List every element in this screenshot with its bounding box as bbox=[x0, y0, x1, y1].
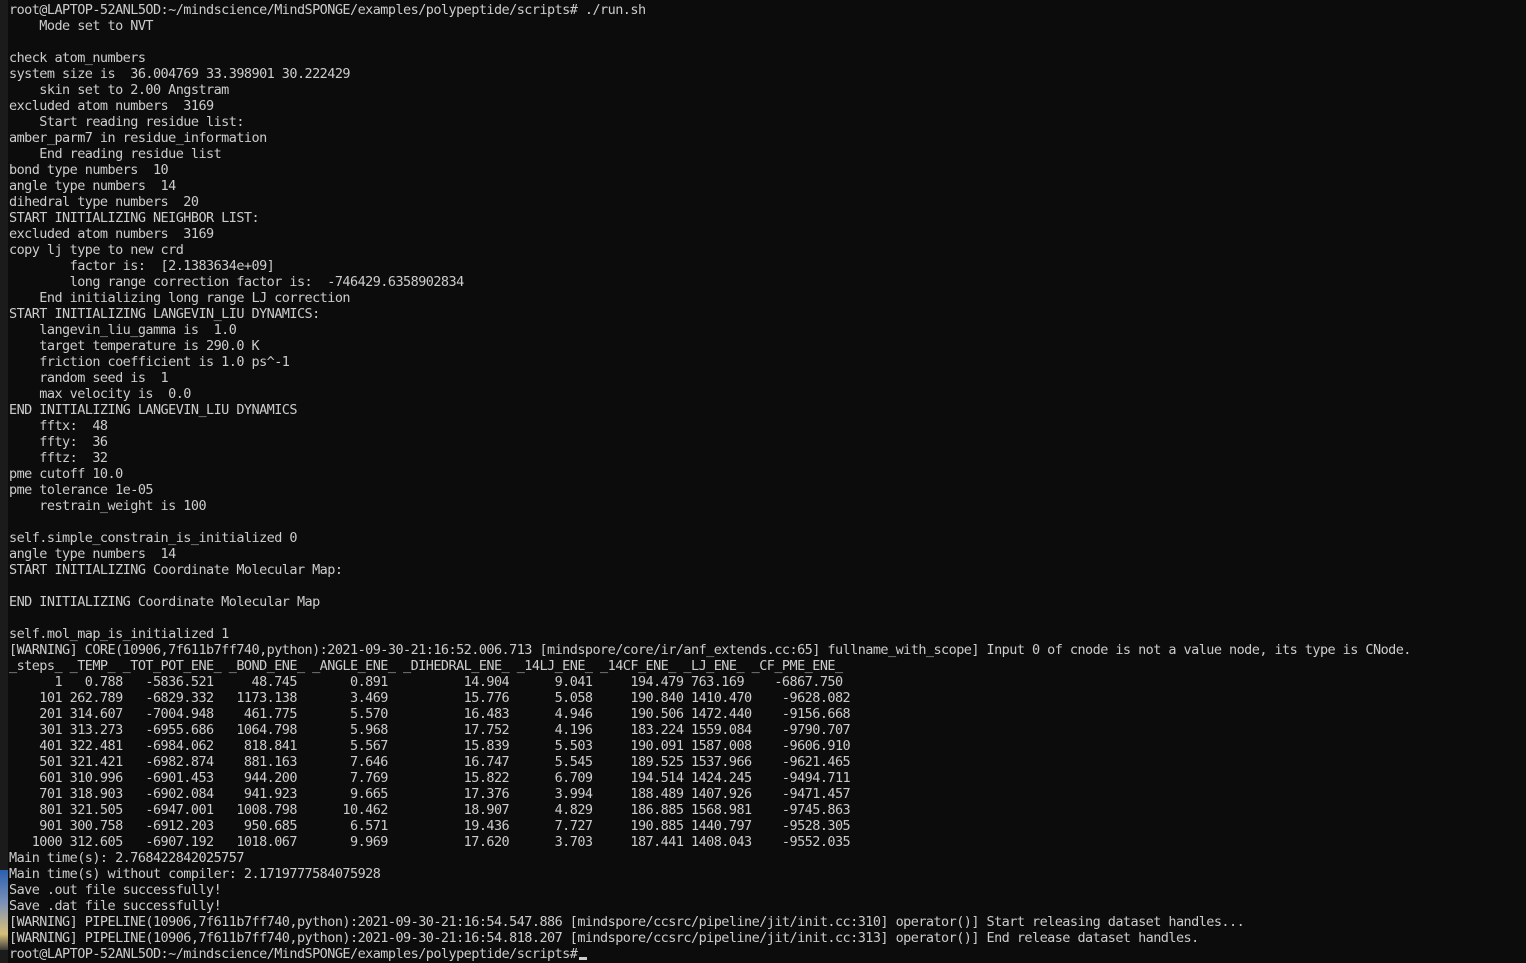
warning-line: [WARNING] CORE(10906,7f611b7ff740,python… bbox=[9, 642, 1411, 658]
terminal-line: random seed is 1 bbox=[9, 370, 169, 386]
terminal-line: restrain_weight is 100 bbox=[9, 498, 207, 514]
terminal-line: self.simple_constrain_is_initialized 0 bbox=[9, 530, 298, 546]
warning-line: [WARNING] PIPELINE(10906,7f611b7ff740,py… bbox=[9, 930, 1199, 946]
terminal-line: check atom_numbers bbox=[9, 50, 146, 66]
terminal-line: END INITIALIZING LANGEVIN_LIU DYNAMICS bbox=[9, 402, 298, 418]
table-row: 1 0.788 -5836.521 48.745 0.891 14.904 9.… bbox=[9, 674, 843, 690]
terminal-line: excluded atom numbers 3169 bbox=[9, 98, 214, 114]
terminal-line: bond type numbers 10 bbox=[9, 162, 169, 178]
table-row: 401 322.481 -6984.062 818.841 5.567 15.8… bbox=[9, 738, 851, 754]
terminal-line: self.mol_map_is_initialized 1 bbox=[9, 626, 229, 642]
terminal-line: START INITIALIZING Coordinate Molecular … bbox=[9, 562, 343, 578]
terminal-line: START INITIALIZING LANGEVIN_LIU DYNAMICS… bbox=[9, 306, 320, 322]
terminal-line: Main time(s): 2.768422842025757 bbox=[9, 850, 244, 866]
terminal-line: amber_parm7 in residue_information bbox=[9, 130, 267, 146]
background-window-fragment bbox=[0, 870, 8, 950]
terminal-line: friction coefficient is 1.0 ps^-1 bbox=[9, 354, 290, 370]
terminal-line: Start reading residue list: bbox=[9, 114, 244, 130]
text-cursor bbox=[579, 957, 588, 960]
table-header-line: _steps_ _TEMP_ _TOT_POT_ENE_ _BOND_ENE_ … bbox=[9, 658, 843, 674]
table-row: 701 318.903 -6902.084 941.923 9.665 17.3… bbox=[9, 786, 851, 802]
terminal-line: langevin_liu_gamma is 1.0 bbox=[9, 322, 237, 338]
table-row: 901 300.758 -6912.203 950.685 6.571 19.4… bbox=[9, 818, 851, 834]
table-row: 601 310.996 -6901.453 944.200 7.769 15.8… bbox=[9, 770, 851, 786]
terminal-line: pme tolerance 1e-05 bbox=[9, 482, 154, 498]
terminal-line: max velocity is 0.0 bbox=[9, 386, 191, 402]
terminal-line: system size is 36.004769 33.398901 30.22… bbox=[9, 66, 351, 82]
terminal-line: dihedral type numbers 20 bbox=[9, 194, 199, 210]
terminal-window[interactable]: root@LAPTOP-52ANL5OD:~/mindscience/MindS… bbox=[0, 0, 1526, 963]
terminal-line: Mode set to NVT bbox=[9, 18, 153, 34]
terminal-line: copy lj type to new crd bbox=[9, 242, 184, 258]
terminal-line: angle type numbers 14 bbox=[9, 546, 176, 562]
terminal-line: ffty: 36 bbox=[9, 434, 108, 450]
warning-line: [WARNING] PIPELINE(10906,7f611b7ff740,py… bbox=[9, 914, 1245, 930]
window-left-edge bbox=[0, 0, 8, 963]
table-row: 801 321.505 -6947.001 1008.798 10.462 18… bbox=[9, 802, 851, 818]
terminal-line: angle type numbers 14 bbox=[9, 178, 176, 194]
terminal-line: factor is: [2.1383634e+09] bbox=[9, 258, 275, 274]
terminal-line: End initializing long range LJ correctio… bbox=[9, 290, 350, 306]
terminal-line: START INITIALIZING NEIGHBOR LIST: bbox=[9, 210, 260, 226]
terminal-line: Save .dat file successfully! bbox=[9, 898, 222, 914]
table-row: 101 262.789 -6829.332 1173.138 3.469 15.… bbox=[9, 690, 851, 706]
terminal-line: Save .out file successfully! bbox=[9, 882, 222, 898]
table-row: 1000 312.605 -6907.192 1018.067 9.969 17… bbox=[9, 834, 851, 850]
table-row: 501 321.421 -6982.874 881.163 7.646 16.7… bbox=[9, 754, 851, 770]
terminal-line: fftx: 48 bbox=[9, 418, 108, 434]
terminal-line: skin set to 2.00 Angstram bbox=[9, 82, 229, 98]
terminal-line: excluded atom numbers 3169 bbox=[9, 226, 214, 242]
terminal-line: End reading residue list bbox=[9, 146, 222, 162]
terminal-line: target temperature is 290.0 K bbox=[9, 338, 260, 354]
terminal-line: long range correction factor is: -746429… bbox=[9, 274, 465, 290]
terminal-line: END INITIALIZING Coordinate Molecular Ma… bbox=[9, 594, 320, 610]
shell-prompt: root@LAPTOP-52ANL5OD:~/mindscience/MindS… bbox=[9, 946, 1411, 962]
terminal-line: Main time(s) without compiler: 2.1719777… bbox=[9, 866, 381, 882]
terminal-output[interactable]: root@LAPTOP-52ANL5OD:~/mindscience/MindS… bbox=[9, 2, 1411, 962]
command-line: root@LAPTOP-52ANL5OD:~/mindscience/MindS… bbox=[9, 2, 646, 18]
terminal-line: fftz: 32 bbox=[9, 450, 108, 466]
table-row: 201 314.607 -7004.948 461.775 5.570 16.4… bbox=[9, 706, 851, 722]
table-row: 301 313.273 -6955.686 1064.798 5.968 17.… bbox=[9, 722, 851, 738]
terminal-line: pme cutoff 10.0 bbox=[9, 466, 123, 482]
